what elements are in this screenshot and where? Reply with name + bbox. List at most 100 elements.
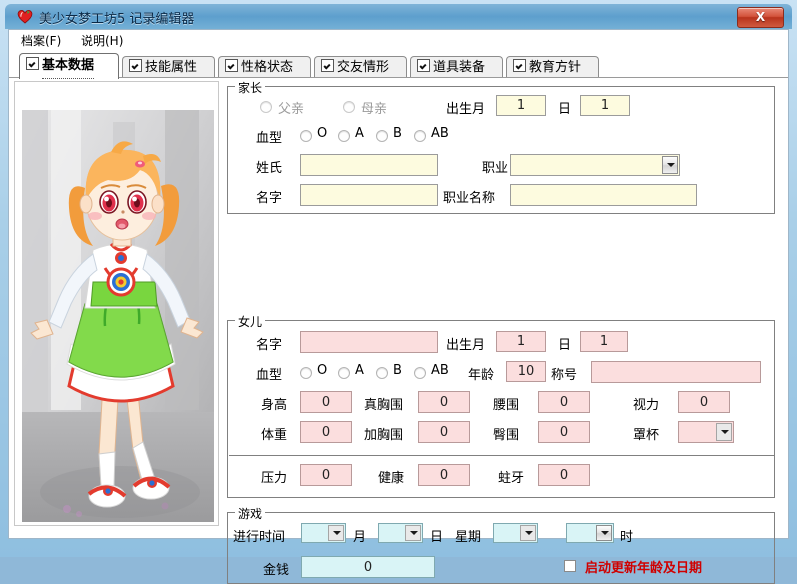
daughter-cup-label: 罩杯 [633, 428, 660, 443]
daughter-birth-day-label: 日 [558, 338, 572, 353]
parent-birth-month-label: 出生月 [446, 102, 486, 117]
parent-blood-label: 血型 [256, 131, 283, 146]
radio-daughter-blood-a[interactable] [338, 367, 350, 379]
radio-daughter-blood-ab[interactable] [414, 367, 426, 379]
radio-daughter-blood-o[interactable] [300, 367, 312, 379]
daughter-health-input[interactable] [418, 464, 470, 486]
checkbox-icon [225, 59, 238, 72]
radio-daughter-blood-ab-label: AB [431, 363, 449, 378]
daughter-vision-input[interactable] [678, 391, 730, 413]
tab-strip: 基本数据 技能属性 性格状态 交友情形 道具装备 教育方针 [9, 51, 788, 79]
radio-blood-o[interactable] [300, 130, 312, 142]
game-day-combo[interactable] [378, 523, 423, 543]
parent-group-caption: 家长 [235, 79, 266, 96]
parent-givenname-input[interactable] [300, 184, 438, 206]
daughter-bust-real-label: 真胸围 [364, 398, 404, 413]
daughter-stress-label: 压力 [261, 471, 288, 486]
radio-daughter-blood-b[interactable] [376, 367, 388, 379]
radio-blood-b[interactable] [376, 130, 388, 142]
game-month-combo[interactable] [301, 523, 346, 543]
tab-personality[interactable]: 性格状态 [218, 56, 311, 78]
daughter-name-input[interactable] [300, 331, 438, 353]
parent-job-value [514, 155, 659, 175]
daughter-bust-real-input[interactable] [418, 391, 470, 413]
daughter-height-input[interactable] [300, 391, 352, 413]
daughter-birth-month-label: 出生月 [446, 338, 486, 353]
radio-blood-o-label: O [317, 126, 328, 141]
update-age-date-checkbox[interactable] [564, 560, 576, 572]
tab-label: 性格状态 [241, 60, 294, 75]
daughter-bust-padded-input[interactable] [418, 421, 470, 443]
daughter-age-input[interactable] [506, 361, 546, 382]
character-portrait [14, 81, 219, 526]
tab-basic-data[interactable]: 基本数据 [19, 53, 119, 79]
update-age-date-label: 启动更新年龄及日期 [585, 561, 703, 576]
daughter-birth-day-input[interactable] [580, 331, 628, 352]
daughter-height-label: 身高 [261, 398, 288, 413]
parent-birth-day-input[interactable] [580, 95, 630, 116]
checkbox-icon [129, 59, 142, 72]
game-weekday-combo[interactable] [493, 523, 538, 543]
parent-group: 家长 父亲 母亲 出生月 日 血型 O A B AB 姓氏 [227, 79, 775, 214]
chevron-down-icon[interactable] [405, 525, 421, 541]
menu-file[interactable]: 档案(F) [17, 33, 65, 49]
parent-jobname-input[interactable] [510, 184, 697, 206]
game-money-input[interactable] [301, 556, 435, 578]
game-day-unit: 日 [430, 530, 444, 545]
radio-daughter-blood-b-label: B [393, 363, 402, 378]
tab-education[interactable]: 教育方针 [506, 56, 599, 78]
daughter-stress-input[interactable] [300, 464, 352, 486]
daughter-vision-label: 视力 [633, 398, 660, 413]
daughter-name-label: 名字 [256, 338, 283, 353]
tab-items[interactable]: 道具装备 [410, 56, 503, 78]
client-area: 档案(F) 说明(H) 基本数据 技能属性 性格状态 交友情形 道具装备 教育方… [8, 29, 789, 584]
radio-father[interactable] [260, 101, 272, 113]
tab-label: 道具装备 [433, 60, 486, 75]
radio-daughter-blood-a-label: A [355, 363, 364, 378]
daughter-group: 女儿 名字 出生月 日 血型 O A B AB 年龄 称号 [227, 313, 775, 498]
tab-friends[interactable]: 交友情形 [314, 56, 407, 78]
game-group: 游戏 进行时间 月 日 星期 时 金钱 0 启动更新年龄及日期 [227, 505, 775, 584]
daughter-weight-label: 体重 [261, 428, 288, 443]
game-day-value [382, 524, 402, 542]
daughter-cavity-input[interactable] [538, 464, 590, 486]
daughter-group-caption: 女儿 [235, 313, 266, 330]
heart-icon [17, 9, 33, 24]
chevron-down-icon[interactable] [716, 423, 732, 441]
radio-blood-ab-label: AB [431, 126, 449, 141]
application-window: 美少女梦工坊5 记录编辑器 X 档案(F) 说明(H) 基本数据 技能属性 性格… [0, 0, 797, 584]
daughter-hip-input[interactable] [538, 421, 590, 443]
radio-mother-label: 母亲 [361, 102, 388, 117]
daughter-birth-month-input[interactable] [496, 331, 546, 352]
tab-skills[interactable]: 技能属性 [122, 56, 215, 78]
chevron-down-icon[interactable] [328, 525, 344, 541]
parent-birth-month-input[interactable] [496, 95, 546, 116]
parent-birth-day-label: 日 [558, 102, 572, 117]
tab-label: 交友情形 [337, 60, 390, 75]
radio-mother[interactable] [343, 101, 355, 113]
menu-help[interactable]: 说明(H) [77, 33, 127, 49]
parent-surname-input[interactable] [300, 154, 438, 176]
chevron-down-icon[interactable] [520, 525, 536, 541]
game-hour-value [570, 524, 593, 542]
radio-blood-ab[interactable] [414, 130, 426, 142]
radio-daughter-blood-o-label: O [317, 363, 328, 378]
game-month-value [305, 524, 325, 542]
radio-blood-b-label: B [393, 126, 402, 141]
checkbox-icon [513, 59, 526, 72]
game-hour-combo[interactable] [566, 523, 614, 543]
close-button[interactable]: X [737, 7, 784, 28]
daughter-weight-input[interactable] [300, 421, 352, 443]
daughter-title-input[interactable] [591, 361, 761, 383]
chevron-down-icon[interactable] [596, 525, 612, 541]
daughter-waist-input[interactable] [538, 391, 590, 413]
radio-blood-a[interactable] [338, 130, 350, 142]
character-illustration [15, 82, 218, 525]
daughter-title-label: 称号 [551, 368, 578, 383]
game-weekday-value [497, 524, 517, 542]
parent-jobname-label: 职业名称 [443, 191, 496, 206]
checkbox-icon [26, 57, 39, 70]
chevron-down-icon[interactable] [662, 156, 678, 174]
daughter-cup-combo[interactable] [678, 421, 734, 443]
parent-job-combo[interactable] [510, 154, 680, 176]
